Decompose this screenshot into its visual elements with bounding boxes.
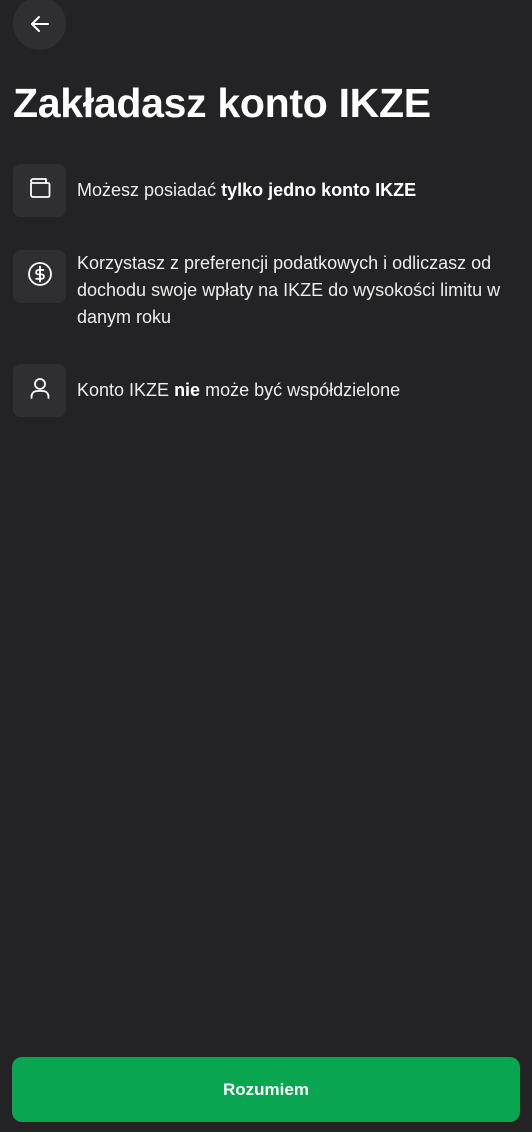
info-icon-box — [13, 164, 66, 217]
info-text: Możesz posiadać tylko jedno konto IKZE — [77, 180, 417, 200]
info-icon-box — [13, 364, 66, 417]
back-button[interactable] — [13, 0, 66, 50]
page-title: Zakładasz konto IKZE — [13, 80, 431, 126]
info-item-not-shared: Konto IKZE nie może być współdzielone — [13, 364, 518, 417]
arrow-left-icon — [28, 12, 52, 36]
info-icon-box — [13, 250, 66, 303]
dollar-circle-icon — [26, 260, 54, 293]
wallet-icon — [27, 175, 53, 206]
info-item-tax-preferences: Korzystasz z preferencji podatkowych i o… — [13, 250, 518, 331]
info-text: Konto IKZE nie może być współdzielone — [77, 380, 401, 400]
info-item-single-account: Możesz posiadać tylko jedno konto IKZE — [13, 164, 518, 217]
user-icon — [27, 375, 53, 406]
confirm-button[interactable]: Rozumiem — [12, 1057, 520, 1122]
info-text: Korzystasz z preferencji podatkowych i o… — [77, 253, 501, 327]
